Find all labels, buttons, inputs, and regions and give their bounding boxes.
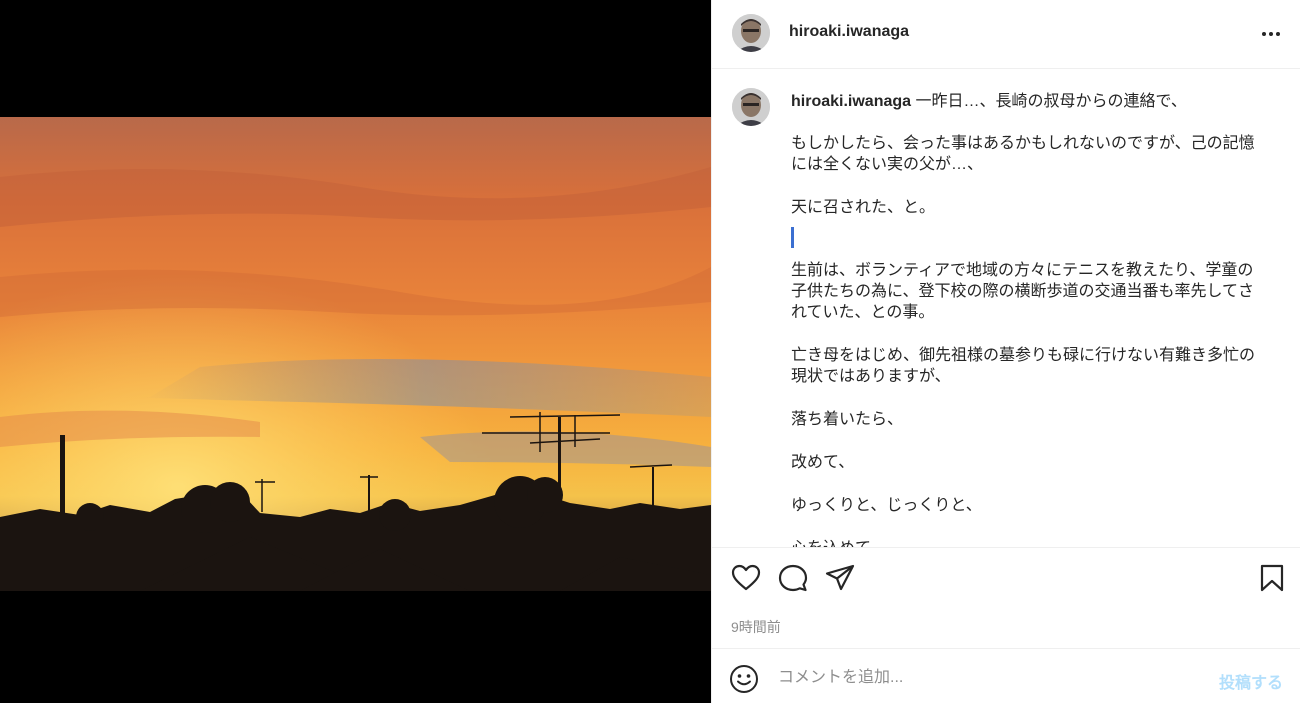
caption-paragraph: 天に召された、と。 (791, 199, 936, 216)
caption-paragraph: ゆっくりと、じっくりと、 (791, 497, 982, 514)
post-media (0, 0, 711, 703)
caption-text: 一昨日…、長崎の叔母からの連絡で、 (915, 93, 1187, 110)
post-header: hiroaki.iwanaga (712, 0, 1300, 69)
sunset-photo (0, 117, 711, 591)
heart-icon[interactable] (730, 562, 762, 594)
caption-paragraph: もしかしたら、会った事はあるかもしれないのですが、己の記憶には全くない実の父が…… (791, 135, 1255, 173)
caption-first-line: hiroaki.iwanaga 一昨日…、長崎の叔母からの連絡で、 (791, 91, 1187, 112)
caption-paragraph: 心を込めて、 (791, 538, 1263, 547)
caption-paragraph: 亡き母をはじめ、御先祖様の墓参りも碌に行けない有難き多忙の現状ではありますが、 (791, 347, 1256, 385)
post-username[interactable]: hiroaki.iwanaga (789, 23, 909, 41)
comment-composer: 投稿する (712, 648, 1300, 703)
caption-paragraph: 改めて、 (791, 454, 855, 471)
comment-input[interactable] (778, 664, 1198, 692)
caption-avatar[interactable] (732, 88, 770, 126)
caption-area: hiroaki.iwanaga 一昨日…、長崎の叔母からの連絡で、 もしかしたら… (712, 70, 1300, 547)
caption-paragraph: 落ち着いたら、 (791, 411, 904, 428)
comment-icon[interactable] (777, 562, 809, 594)
more-options-icon[interactable] (1259, 22, 1283, 46)
caption-username[interactable]: hiroaki.iwanaga (791, 93, 911, 110)
post-timestamp[interactable]: 9時間前 (731, 617, 781, 637)
bookmark-icon[interactable] (1256, 562, 1288, 594)
post-comment-button[interactable]: 投稿する (1219, 669, 1283, 693)
action-bar: 9時間前 (712, 547, 1300, 660)
caption-paragraph: 生前は、ボランティアで地域の方々にテニスを教えたり、学童の子供たちの為に、登下校… (791, 262, 1255, 321)
avatar[interactable] (732, 14, 770, 52)
emoji-icon[interactable] (729, 664, 759, 694)
send-icon[interactable] (824, 562, 856, 594)
caption-body: もしかしたら、会った事はあるかもしれないのですが、己の記憶には全くない実の父が…… (791, 133, 1263, 547)
post-side-panel: hiroaki.iwanaga hiroaki.iwanaga 一昨日…、長崎の… (711, 0, 1300, 703)
text-cursor (791, 227, 794, 248)
